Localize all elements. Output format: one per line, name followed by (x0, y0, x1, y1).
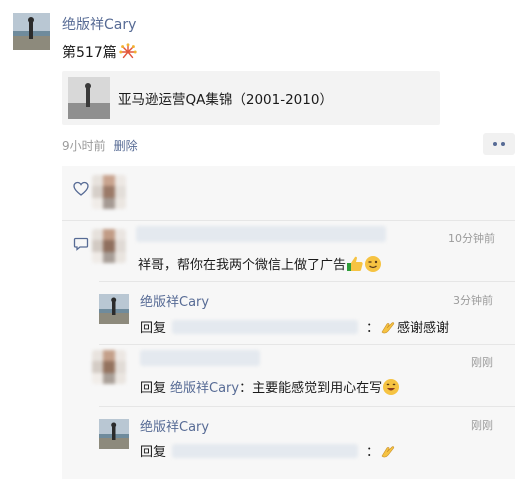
article-title: 亚马逊运营QA集锦（2001-2010） (118, 92, 333, 108)
commenter-avatar[interactable] (92, 229, 126, 263)
reply-colon: ： (366, 445, 380, 460)
heart-outline-icon (73, 181, 89, 196)
redacted-reply-target (172, 443, 359, 458)
comment-time: 10分钟前 (448, 232, 495, 245)
smiling-emoji-icon (383, 378, 400, 395)
divider (99, 281, 515, 282)
reply-text: 回复 ： 感谢感谢 (140, 317, 449, 336)
reply-time: 3分钟前 (453, 294, 493, 307)
wink-emoji-icon (365, 255, 382, 272)
reply-prefix: 回复 (140, 445, 167, 460)
article-thumbnail (68, 77, 110, 119)
post-time: 9小时前 (62, 139, 106, 153)
liker-avatar[interactable] (92, 175, 126, 209)
clapping-hands-emoji-icon (381, 445, 395, 457)
comment-bubble-icon (73, 237, 89, 251)
post-text: 第517篇 (62, 42, 137, 62)
reply-author-name[interactable]: 绝版祥Cary (140, 416, 209, 435)
commenter-avatar[interactable] (92, 350, 126, 384)
reply-prefix: 回复 (140, 321, 167, 336)
reply-colon: ： (366, 321, 380, 336)
comment-text: 回复 绝版祥Cary ：主要能感觉到用心在写 (140, 377, 400, 396)
clapping-hands-emoji-icon (381, 321, 395, 333)
redacted-commenter-name (140, 350, 260, 366)
reply-time: 刚刚 (471, 419, 493, 432)
reply-prefix: 回复 (140, 381, 167, 396)
divider (62, 220, 515, 221)
reply-author-avatar[interactable] (99, 419, 129, 449)
post-text-content: 第517篇 (62, 45, 117, 61)
divider (99, 406, 515, 407)
redacted-commenter-name (136, 226, 386, 242)
post-author-name[interactable]: 绝版祥Cary (62, 14, 136, 34)
post-meta: 9小时前 删除 (62, 137, 138, 154)
comments-panel: 10分钟前 祥哥，帮你在我两个微信上做了广告 绝版祥Cary 3分钟前 回复 ： (62, 166, 515, 479)
author-avatar[interactable] (13, 13, 50, 50)
divider (99, 344, 515, 345)
reply-target-name[interactable]: 绝版祥Cary (170, 377, 239, 396)
reply-author-name[interactable]: 绝版祥Cary (140, 291, 209, 310)
delete-link[interactable]: 删除 (114, 137, 138, 154)
comment-text: 祥哥，帮你在我两个微信上做了广告 (138, 254, 382, 273)
reply-text: 回复 ： (140, 441, 397, 460)
fireworks-icon (119, 43, 137, 59)
redacted-reply-target (172, 319, 359, 334)
comment-text-content: 祥哥，帮你在我两个微信上做了广告 (138, 258, 347, 273)
reply-author-avatar[interactable] (99, 294, 129, 324)
reply-text-content: 感谢感谢 (397, 321, 450, 336)
shared-article-card[interactable]: 亚马逊运营QA集锦（2001-2010） (62, 71, 440, 125)
more-dots-icon[interactable] (483, 133, 515, 155)
comment-text-content: ：主要能感觉到用心在写 (239, 381, 383, 396)
thumbs-up-emoji-icon (347, 256, 363, 271)
comment-time: 刚刚 (471, 356, 493, 369)
